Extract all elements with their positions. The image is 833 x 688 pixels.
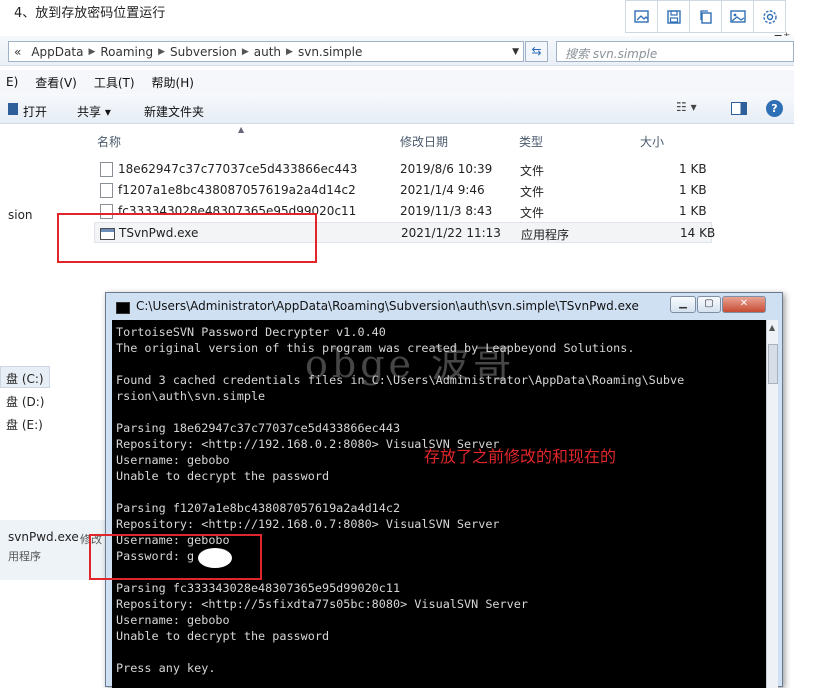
menu-view[interactable]: 查看(V): [35, 74, 77, 91]
details-file-name: svnPwd.exe: [8, 530, 79, 544]
breadcrumb-auth[interactable]: auth: [249, 45, 286, 59]
file-name: f1207a1e8bc438087057619a2a4d14c2: [118, 183, 356, 197]
chevron-down-icon[interactable]: ▼: [512, 47, 519, 57]
file-date: 2019/8/6 10:39: [400, 162, 493, 176]
console-app-icon: [116, 302, 130, 314]
save-icon[interactable]: [657, 0, 690, 33]
nav-item-partial[interactable]: sion: [8, 208, 33, 222]
menu-bar: E) 查看(V) 工具(T) 帮助(H): [0, 70, 794, 94]
file-size: 1 KB: [679, 162, 707, 176]
file-type: 文件: [520, 164, 545, 178]
file-date: 2021/1/22 11:13: [401, 226, 501, 240]
new-folder-button[interactable]: 新建文件夹: [144, 103, 204, 120]
nav-drive-d[interactable]: 盘 (D:): [6, 393, 44, 410]
picture-icon[interactable]: [721, 0, 754, 33]
settings-icon[interactable]: [753, 0, 786, 33]
help-icon[interactable]: ?: [766, 100, 783, 117]
breadcrumb-svn-simple[interactable]: svn.simple: [293, 45, 367, 59]
scroll-thumb[interactable]: [768, 344, 778, 384]
column-name[interactable]: 名称: [97, 133, 121, 161]
watermark: obge 波哥: [305, 342, 516, 386]
file-size: 14 KB: [680, 226, 716, 240]
open-button[interactable]: 打开: [23, 103, 47, 120]
console-scrollbar[interactable]: ▲: [766, 320, 778, 688]
console-title: C:\Users\Administrator\AppData\Roaming\S…: [136, 299, 639, 313]
file-type: 文件: [520, 185, 545, 199]
file-row[interactable]: 18e62947c37c77037ce5d433866ec443 2019/8/…: [94, 159, 712, 180]
breadcrumb-appdata[interactable]: AppData: [26, 45, 88, 59]
breadcrumb-roaming[interactable]: Roaming: [95, 45, 158, 59]
menu-tools[interactable]: 工具(T): [94, 74, 135, 91]
copy-icon[interactable]: [689, 0, 722, 33]
minimize-button[interactable]: ▁: [670, 296, 696, 313]
maximize-button[interactable]: ▢: [697, 296, 721, 313]
highlight-box-password: [89, 534, 262, 580]
file-size: 1 KB: [679, 183, 707, 197]
breadcrumb-overflow[interactable]: «: [9, 45, 26, 59]
breadcrumb[interactable]: « AppData ▶ Roaming ▶ Subversion ▶ auth …: [8, 41, 524, 62]
file-icon: [100, 162, 113, 177]
open-icon: [8, 103, 18, 115]
close-button[interactable]: ✕: [722, 296, 766, 313]
preview-pane-icon[interactable]: [731, 102, 747, 115]
step-title: 4、放到存放密码位置运行: [14, 6, 166, 21]
share-button[interactable]: 共享 ▾: [77, 103, 111, 120]
nav-drive-e[interactable]: 盘 (E:): [6, 416, 43, 433]
search-input[interactable]: 搜索 svn.simple: [556, 41, 794, 62]
file-type: 应用程序: [521, 228, 570, 242]
column-type[interactable]: 类型: [519, 133, 543, 161]
refresh-icon[interactable]: ⇆: [525, 41, 548, 62]
annotation-text: 存放了之前修改的和现在的: [424, 447, 617, 466]
column-date[interactable]: 修改日期: [400, 133, 448, 161]
chevron-right-icon: ▶: [88, 46, 96, 57]
file-type: 文件: [520, 206, 545, 220]
menu-help[interactable]: 帮助(H): [152, 74, 194, 91]
file-size: 1 KB: [679, 204, 707, 218]
chevron-right-icon: ▶: [158, 46, 166, 57]
highlight-box-exe: [57, 213, 317, 263]
menu-edit[interactable]: E): [6, 75, 18, 89]
image-edit-icon[interactable]: [625, 0, 658, 33]
file-row[interactable]: f1207a1e8bc438087057619a2a4d14c2 2021/1/…: [94, 180, 712, 201]
file-icon: [100, 183, 113, 198]
file-date: 2021/1/4 9:46: [400, 183, 485, 197]
sort-indicator-icon: ▲: [238, 125, 245, 134]
file-name: 18e62947c37c77037ce5d433866ec443: [118, 162, 358, 176]
chevron-right-icon: ▶: [286, 46, 293, 57]
command-bar: 打开 共享 ▾ 新建文件夹 ☷ ▾ ?: [0, 94, 794, 124]
editor-toolbar: [625, 0, 786, 33]
view-options-icon[interactable]: ☷ ▾: [676, 100, 697, 114]
nav-drive-c[interactable]: 盘 (C:): [6, 370, 44, 387]
column-size[interactable]: 大小: [640, 133, 664, 161]
breadcrumb-subversion[interactable]: Subversion: [165, 45, 242, 59]
file-date: 2019/11/3 8:43: [400, 204, 493, 218]
chevron-right-icon: ▶: [241, 46, 249, 57]
scroll-up-icon[interactable]: ▲: [769, 323, 775, 332]
details-file-type: 用程序: [8, 550, 41, 563]
